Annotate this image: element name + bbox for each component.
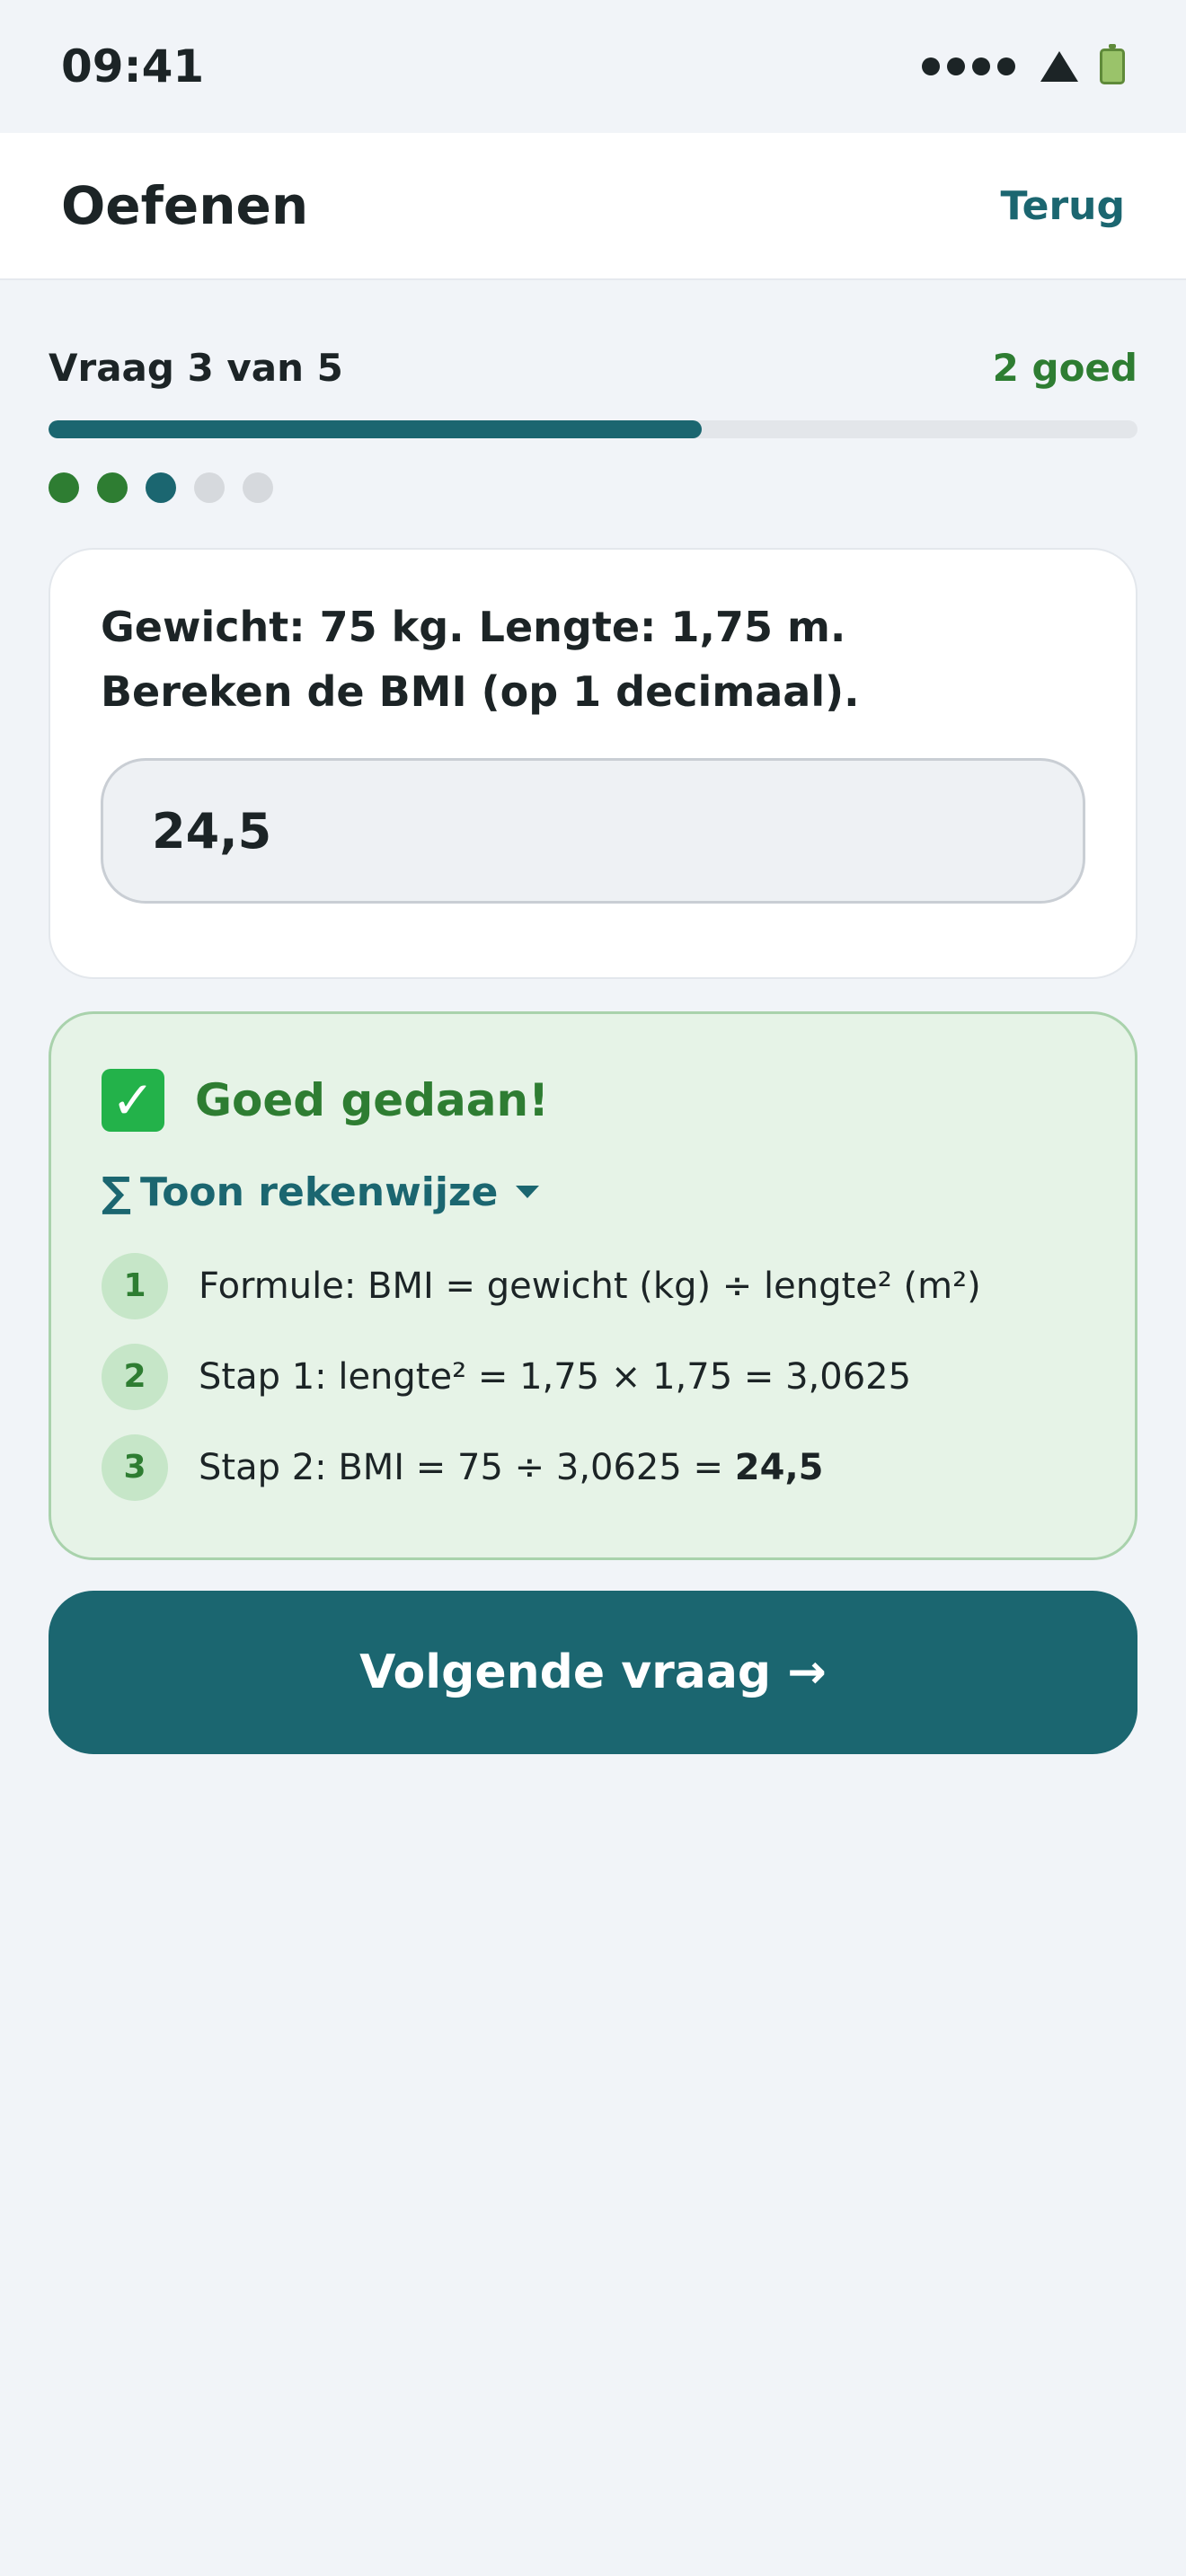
- step-description: Stap 1: lengte² = 1,75 × 1,75 = 3,0625: [199, 1355, 912, 1398]
- question-card: Gewicht: 75 kg. Lengte: 1,75 m. Bereken …: [49, 548, 1137, 979]
- back-button[interactable]: Terug: [1000, 183, 1125, 229]
- question-dot-3: [146, 472, 176, 503]
- question-text-line-2: Bereken de BMI (op 1 decimaal).: [101, 667, 860, 716]
- app-header: Oefenen Terug: [0, 133, 1186, 280]
- step-description: Stap 2: BMI = 75 ÷ 3,0625 =: [199, 1446, 735, 1488]
- show-calculation-toggle[interactable]: ∑ Toon rekenwijze: [102, 1167, 1084, 1217]
- show-calculation-label: Toon rekenwijze: [140, 1169, 499, 1215]
- step-number-badge: 1: [102, 1252, 168, 1319]
- question-dot-5: [243, 472, 273, 503]
- step-text: Stap 1: lengte² = 1,75 × 1,75 = 3,0625: [199, 1356, 911, 1398]
- caret-down-icon: [516, 1186, 540, 1198]
- question-dot-1: [49, 472, 79, 503]
- status-bar: 09:41: [0, 0, 1186, 133]
- battery-icon: [1100, 44, 1125, 84]
- answer-input[interactable]: [101, 758, 1085, 904]
- wifi-icon: [1040, 51, 1078, 82]
- calculation-step: 1 Formule: BMI = gewicht (kg) ÷ lengte² …: [102, 1240, 1084, 1331]
- question-text-line-1: Gewicht: 75 kg. Lengte: 1,75 m.: [101, 603, 846, 651]
- progress-row: Vraag 3 van 5 2 goed: [49, 336, 1137, 399]
- calculation-step: 3 Stap 2: BMI = 75 ÷ 3,0625 = 24,5: [102, 1422, 1084, 1513]
- practice-main: Vraag 3 van 5 2 goed Gewicht: 75 kg. Len…: [0, 336, 1186, 1754]
- step-text: Formule: BMI = gewicht (kg) ÷ lengte² (m…: [199, 1266, 981, 1307]
- step-number-badge: 2: [102, 1343, 168, 1410]
- next-question-button[interactable]: Volgende vraag →: [49, 1591, 1137, 1754]
- question-counter: Vraag 3 van 5: [49, 345, 343, 390]
- question-dots: [49, 472, 1137, 503]
- step-description: Formule: BMI = gewicht (kg) ÷ lengte² (m…: [199, 1265, 981, 1307]
- step-number-badge: 3: [102, 1434, 168, 1501]
- status-icons: [922, 44, 1125, 84]
- question-dot-4: [194, 472, 225, 503]
- status-time: 09:41: [61, 40, 205, 93]
- step-text: Stap 2: BMI = 75 ÷ 3,0625 = 24,5: [199, 1447, 823, 1488]
- step-result: 24,5: [734, 1446, 824, 1488]
- feedback-header: ✓ Goed gedaan!: [102, 1068, 1084, 1133]
- calculation-steps: 1 Formule: BMI = gewicht (kg) ÷ lengte² …: [102, 1240, 1084, 1513]
- progress-bar: [49, 420, 1137, 438]
- progress-bar-fill: [49, 420, 703, 438]
- check-icon: ✓: [102, 1069, 164, 1132]
- page-title: Oefenen: [61, 175, 309, 236]
- sigma-icon: ∑: [102, 1168, 132, 1216]
- feedback-card: ✓ Goed gedaan! ∑ Toon rekenwijze 1 Formu…: [49, 1011, 1137, 1560]
- calculation-step: 2 Stap 1: lengte² = 1,75 × 1,75 = 3,0625: [102, 1331, 1084, 1422]
- feedback-title: Goed gedaan!: [195, 1074, 549, 1126]
- question-dot-2: [97, 472, 128, 503]
- score-label: 2 goed: [992, 345, 1137, 390]
- signal-dots-icon: [922, 57, 1015, 75]
